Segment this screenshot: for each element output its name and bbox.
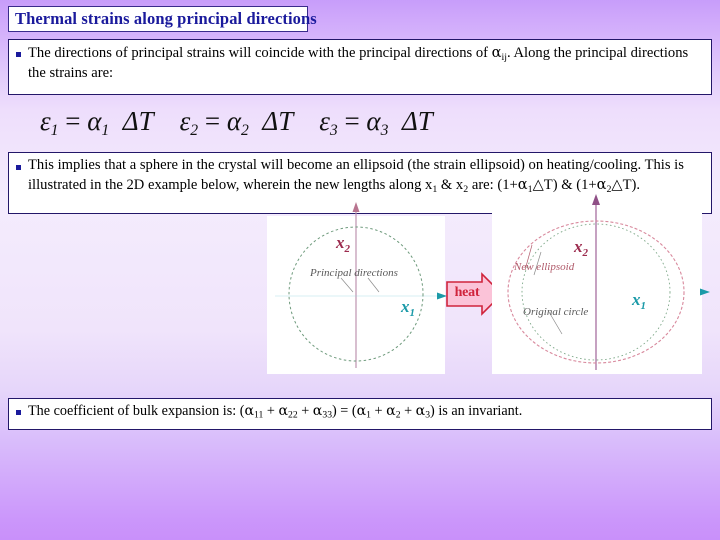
bullet-text-1: The directions of principal strains will… — [28, 44, 689, 81]
bullet-box-3: The coefficient of bulk expansion is: (α… — [8, 398, 712, 430]
slide-canvas: Thermal strains along principal directio… — [0, 0, 720, 540]
heat-arrow-label: heat — [454, 285, 480, 300]
bullet-marker-icon — [16, 410, 21, 415]
label-x2: x2 — [573, 237, 589, 259]
label-x1: x1 — [400, 297, 415, 319]
label-x1: x1 — [631, 290, 646, 312]
leader-line-left — [340, 277, 354, 293]
page-title: Thermal strains along principal directio… — [8, 6, 317, 32]
bullet-marker-icon — [16, 165, 21, 170]
figure-principal-directions: x2 x1 Principal directions — [267, 202, 447, 374]
bullet-row-3: The coefficient of bulk expansion is: (α… — [9, 399, 711, 422]
bullet-row-1: The directions of principal strains will… — [9, 40, 711, 83]
page-title-text: Thermal strains along principal directio… — [15, 9, 317, 28]
label-new-ellipsoid: New ellipsoid — [513, 261, 575, 273]
equation-2: ε2 = α2 ΔT — [179, 106, 294, 139]
label-original-circle: Original circle — [523, 306, 588, 318]
bullet-text-3: The coefficient of bulk expansion is: (α… — [28, 403, 523, 421]
axis-x1-arrowhead-icon — [700, 288, 710, 296]
bullet-box-1: The directions of principal strains will… — [8, 39, 712, 95]
leader-line-right — [367, 277, 380, 293]
bullet-row-2: This implies that a sphere in the crysta… — [9, 153, 711, 196]
equation-strip: ε1 = α1 ΔT ε2 = α2 ΔT ε3 = α3 ΔT — [40, 102, 470, 144]
label-principal-directions: Principal directions — [309, 267, 398, 279]
equation-1: ε1 = α1 ΔT — [40, 106, 154, 139]
label-x2: x2 — [335, 233, 351, 255]
bullet-text-2: This implies that a sphere in the crysta… — [28, 157, 684, 196]
bullet-box-2: This implies that a sphere in the crysta… — [8, 152, 712, 214]
equation-3: ε3 = α3 ΔT — [319, 106, 433, 139]
figure-strain-ellipsoid: x2 x1 New ellipsoid Original circle — [492, 194, 710, 374]
bullet-marker-icon — [16, 52, 21, 57]
